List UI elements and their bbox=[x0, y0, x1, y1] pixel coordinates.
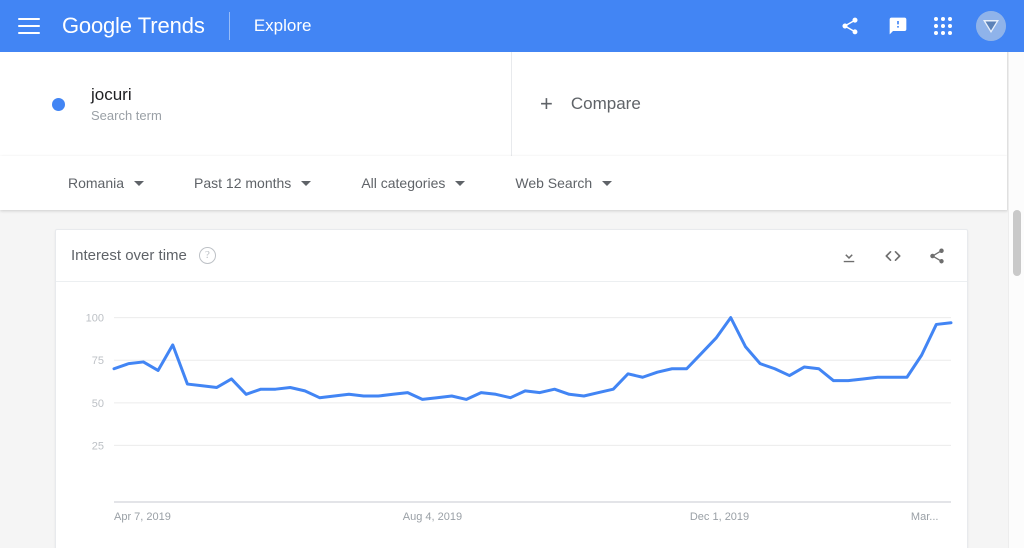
y-axis-tick-label: 50 bbox=[92, 398, 104, 410]
apps-dot bbox=[941, 31, 945, 35]
brand-trends-text: Trends bbox=[137, 13, 205, 38]
apps-dot bbox=[948, 17, 952, 21]
apps-dot bbox=[948, 31, 952, 35]
plus-icon: + bbox=[540, 91, 553, 116]
feedback-icon[interactable] bbox=[886, 14, 910, 38]
content-area: Interest over time ? 100 75 50 25 Apr 7,… bbox=[0, 212, 1008, 548]
card-actions bbox=[837, 244, 949, 268]
apps-dot bbox=[948, 24, 952, 28]
filter-category-label: All categories bbox=[361, 175, 446, 191]
x-axis-tick-label: Mar... bbox=[911, 511, 939, 523]
chevron-down-icon bbox=[602, 180, 613, 186]
header-divider bbox=[228, 12, 230, 40]
filter-search-type[interactable]: Web Search bbox=[515, 175, 613, 191]
filter-time-range-label: Past 12 months bbox=[194, 175, 292, 191]
apps-dot bbox=[934, 31, 938, 35]
series-line-jocuri[interactable] bbox=[112, 316, 953, 401]
brand-google-text: Google bbox=[62, 13, 132, 38]
chevron-down-icon bbox=[134, 180, 145, 186]
menu-line bbox=[18, 25, 40, 27]
menu-line bbox=[18, 32, 40, 34]
query-row: jocuri Search term + Compare bbox=[0, 52, 1008, 156]
x-axis-tick-label: Dec 1, 2019 bbox=[690, 511, 749, 523]
menu-line bbox=[18, 18, 40, 20]
interest-over-time-chart[interactable]: 100 75 50 25 Apr 7, 2019 Aug 4, 2019 Dec 1, 20… bbox=[56, 282, 969, 532]
y-axis-tick-label: 25 bbox=[92, 440, 104, 452]
nav-explore[interactable]: Explore bbox=[254, 16, 312, 36]
header-actions bbox=[838, 11, 1006, 41]
help-icon[interactable]: ? bbox=[198, 247, 216, 264]
search-term-block: jocuri Search term bbox=[91, 84, 162, 125]
apps-dot bbox=[934, 24, 938, 28]
avatar[interactable] bbox=[976, 11, 1006, 41]
series-color-dot bbox=[52, 97, 65, 111]
search-term-type: Search term bbox=[91, 107, 162, 123]
search-term-value: jocuri bbox=[91, 84, 132, 104]
page-scrollbar[interactable] bbox=[1008, 52, 1024, 548]
share-icon[interactable] bbox=[925, 244, 949, 268]
apps-dot bbox=[941, 24, 945, 28]
chevron-down-icon bbox=[455, 180, 466, 186]
share-icon[interactable] bbox=[838, 14, 862, 38]
interest-over-time-card: Interest over time ? 100 75 50 25 Apr 7,… bbox=[55, 229, 968, 548]
filter-time-range[interactable]: Past 12 months bbox=[194, 175, 312, 191]
card-header: Interest over time ? bbox=[56, 230, 967, 282]
filter-category[interactable]: All categories bbox=[361, 175, 466, 191]
x-axis-tick-label: Apr 7, 2019 bbox=[114, 511, 171, 523]
x-axis-tick-label: Aug 4, 2019 bbox=[403, 511, 462, 523]
card-title: Interest over time bbox=[71, 247, 187, 264]
filter-search-type-label: Web Search bbox=[515, 175, 593, 191]
compare-label: Compare bbox=[570, 94, 641, 113]
add-comparison-button[interactable]: + Compare bbox=[512, 52, 1008, 156]
search-term-chip[interactable]: jocuri Search term bbox=[0, 52, 512, 156]
chevron-down-icon bbox=[301, 180, 312, 186]
app-header: Google Trends Explore bbox=[0, 0, 1024, 52]
y-axis-tick-label: 100 bbox=[86, 313, 104, 325]
embed-code-icon[interactable] bbox=[881, 244, 905, 268]
scrollbar-thumb[interactable] bbox=[1013, 210, 1021, 276]
brand-logo[interactable]: Google Trends bbox=[62, 13, 205, 39]
apps-dot bbox=[934, 17, 938, 21]
filter-location[interactable]: Romania bbox=[68, 175, 145, 191]
apps-dot bbox=[941, 17, 945, 21]
y-axis-tick-label: 75 bbox=[92, 355, 104, 367]
download-icon[interactable] bbox=[837, 244, 861, 268]
hamburger-menu-icon[interactable] bbox=[18, 14, 42, 38]
filter-bar: Romania Past 12 months All categories We… bbox=[0, 156, 1008, 210]
chart-container[interactable]: 100 75 50 25 Apr 7, 2019 Aug 4, 2019 Dec 1, 20… bbox=[56, 282, 969, 532]
apps-grid-icon[interactable] bbox=[934, 17, 952, 35]
filter-location-label: Romania bbox=[68, 175, 125, 191]
